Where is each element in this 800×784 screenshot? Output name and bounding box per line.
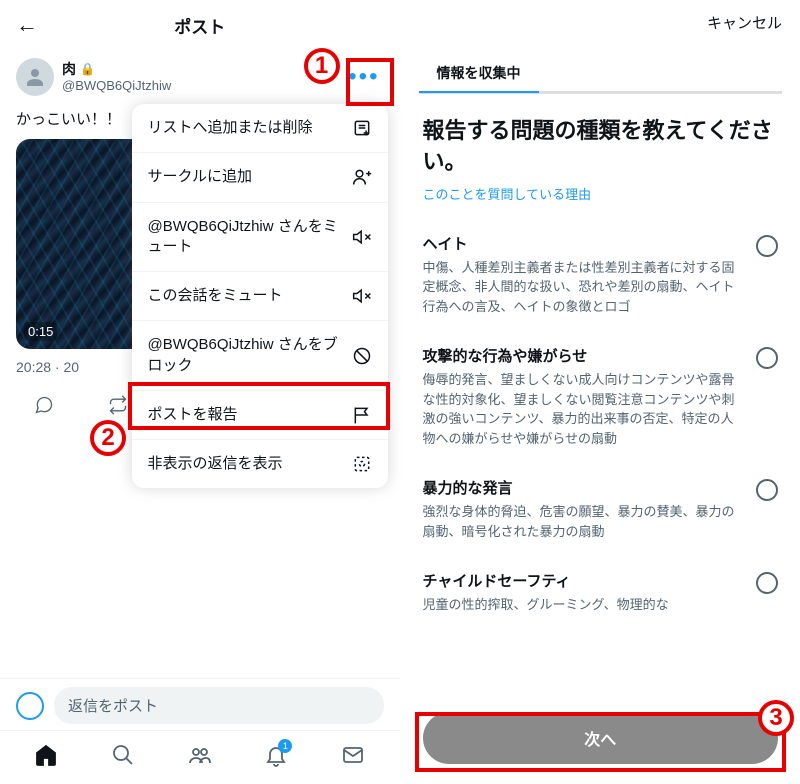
cancel-button[interactable]: キャンセル xyxy=(707,12,782,33)
callout-3: 3 xyxy=(758,700,794,736)
callout-box-2 xyxy=(128,382,390,430)
menu-show-hidden-replies[interactable]: 非表示の返信を表示 xyxy=(132,440,388,488)
step-label: 情報を収集中 xyxy=(419,59,539,93)
block-icon xyxy=(352,346,372,366)
callout-box-1 xyxy=(346,58,394,106)
option-abuse[interactable]: 攻撃的な行為や嫌がらせ 侮辱的発言、望ましくない成人向けコンテンツや露骨な性的対… xyxy=(423,331,779,463)
report-title: 報告する問題の種類を教えてください。 xyxy=(401,94,800,184)
radio-icon[interactable] xyxy=(756,347,778,369)
option-child-safety[interactable]: チャイルドセーフティ 児童の性的搾取、グルーミング、物理的な xyxy=(423,556,779,630)
callout-1: 1 xyxy=(304,48,340,84)
notif-badge: 1 xyxy=(278,739,292,753)
user-name: 肉 xyxy=(62,61,76,78)
lock-icon: 🔒 xyxy=(80,62,95,76)
option-violent[interactable]: 暴力的な発言 強烈な身体的脅迫、危害の願望、暴力の賛美、暴力の扇動、暗号化された… xyxy=(423,463,779,556)
avatar[interactable] xyxy=(16,58,54,96)
post-menu: リストへ追加または削除 サークルに追加 @BWQB6QiJtzhiw さんをミュ… xyxy=(132,104,388,488)
list-add-icon xyxy=(352,118,372,138)
tab-notifications[interactable]: 1 xyxy=(264,743,288,772)
reply-icon[interactable] xyxy=(34,395,54,420)
back-button[interactable]: ← xyxy=(16,12,38,38)
mute-icon xyxy=(352,227,372,247)
menu-add-to-circle[interactable]: サークルに追加 xyxy=(132,153,388,202)
callout-2: 2 xyxy=(90,420,126,456)
post-screen: ← ポスト 肉🔒 @BWQB6QiJtzhiw ••• かっこいい！！ 0:15… xyxy=(0,0,401,784)
reason-link[interactable]: このことを質問している理由 xyxy=(401,184,800,219)
tab-communities[interactable] xyxy=(188,743,212,772)
reply-avatar[interactable] xyxy=(16,692,44,720)
radio-icon[interactable] xyxy=(756,479,778,501)
tab-messages[interactable] xyxy=(341,743,365,772)
radio-icon[interactable] xyxy=(756,572,778,594)
tab-home[interactable] xyxy=(34,743,58,772)
video-duration: 0:15 xyxy=(24,322,57,341)
callout-box-3 xyxy=(415,712,787,772)
person-add-icon xyxy=(352,167,372,187)
mute-icon xyxy=(352,286,372,306)
page-title: ポスト xyxy=(38,13,362,38)
menu-mute-user[interactable]: @BWQB6QiJtzhiw さんをミュート xyxy=(132,203,388,273)
hidden-replies-icon xyxy=(352,454,372,474)
menu-add-to-list[interactable]: リストへ追加または削除 xyxy=(132,104,388,153)
radio-icon[interactable] xyxy=(756,235,778,257)
reply-input[interactable]: 返信をポスト xyxy=(54,687,384,724)
menu-block-user[interactable]: @BWQB6QiJtzhiw さんをブロック xyxy=(132,321,388,391)
tab-search[interactable] xyxy=(111,743,135,772)
report-screen: キャンセル 情報を収集中 報告する問題の種類を教えてください。 このことを質問し… xyxy=(401,0,800,784)
retweet-icon[interactable] xyxy=(108,395,128,420)
option-hate[interactable]: ヘイト 中傷、人種差別主義者または性差別主義者に対する固定概念、非人間的な扱い、… xyxy=(423,219,779,332)
user-handle: @BWQB6QiJtzhiw xyxy=(62,78,336,94)
menu-mute-conversation[interactable]: この会話をミュート xyxy=(132,272,388,321)
